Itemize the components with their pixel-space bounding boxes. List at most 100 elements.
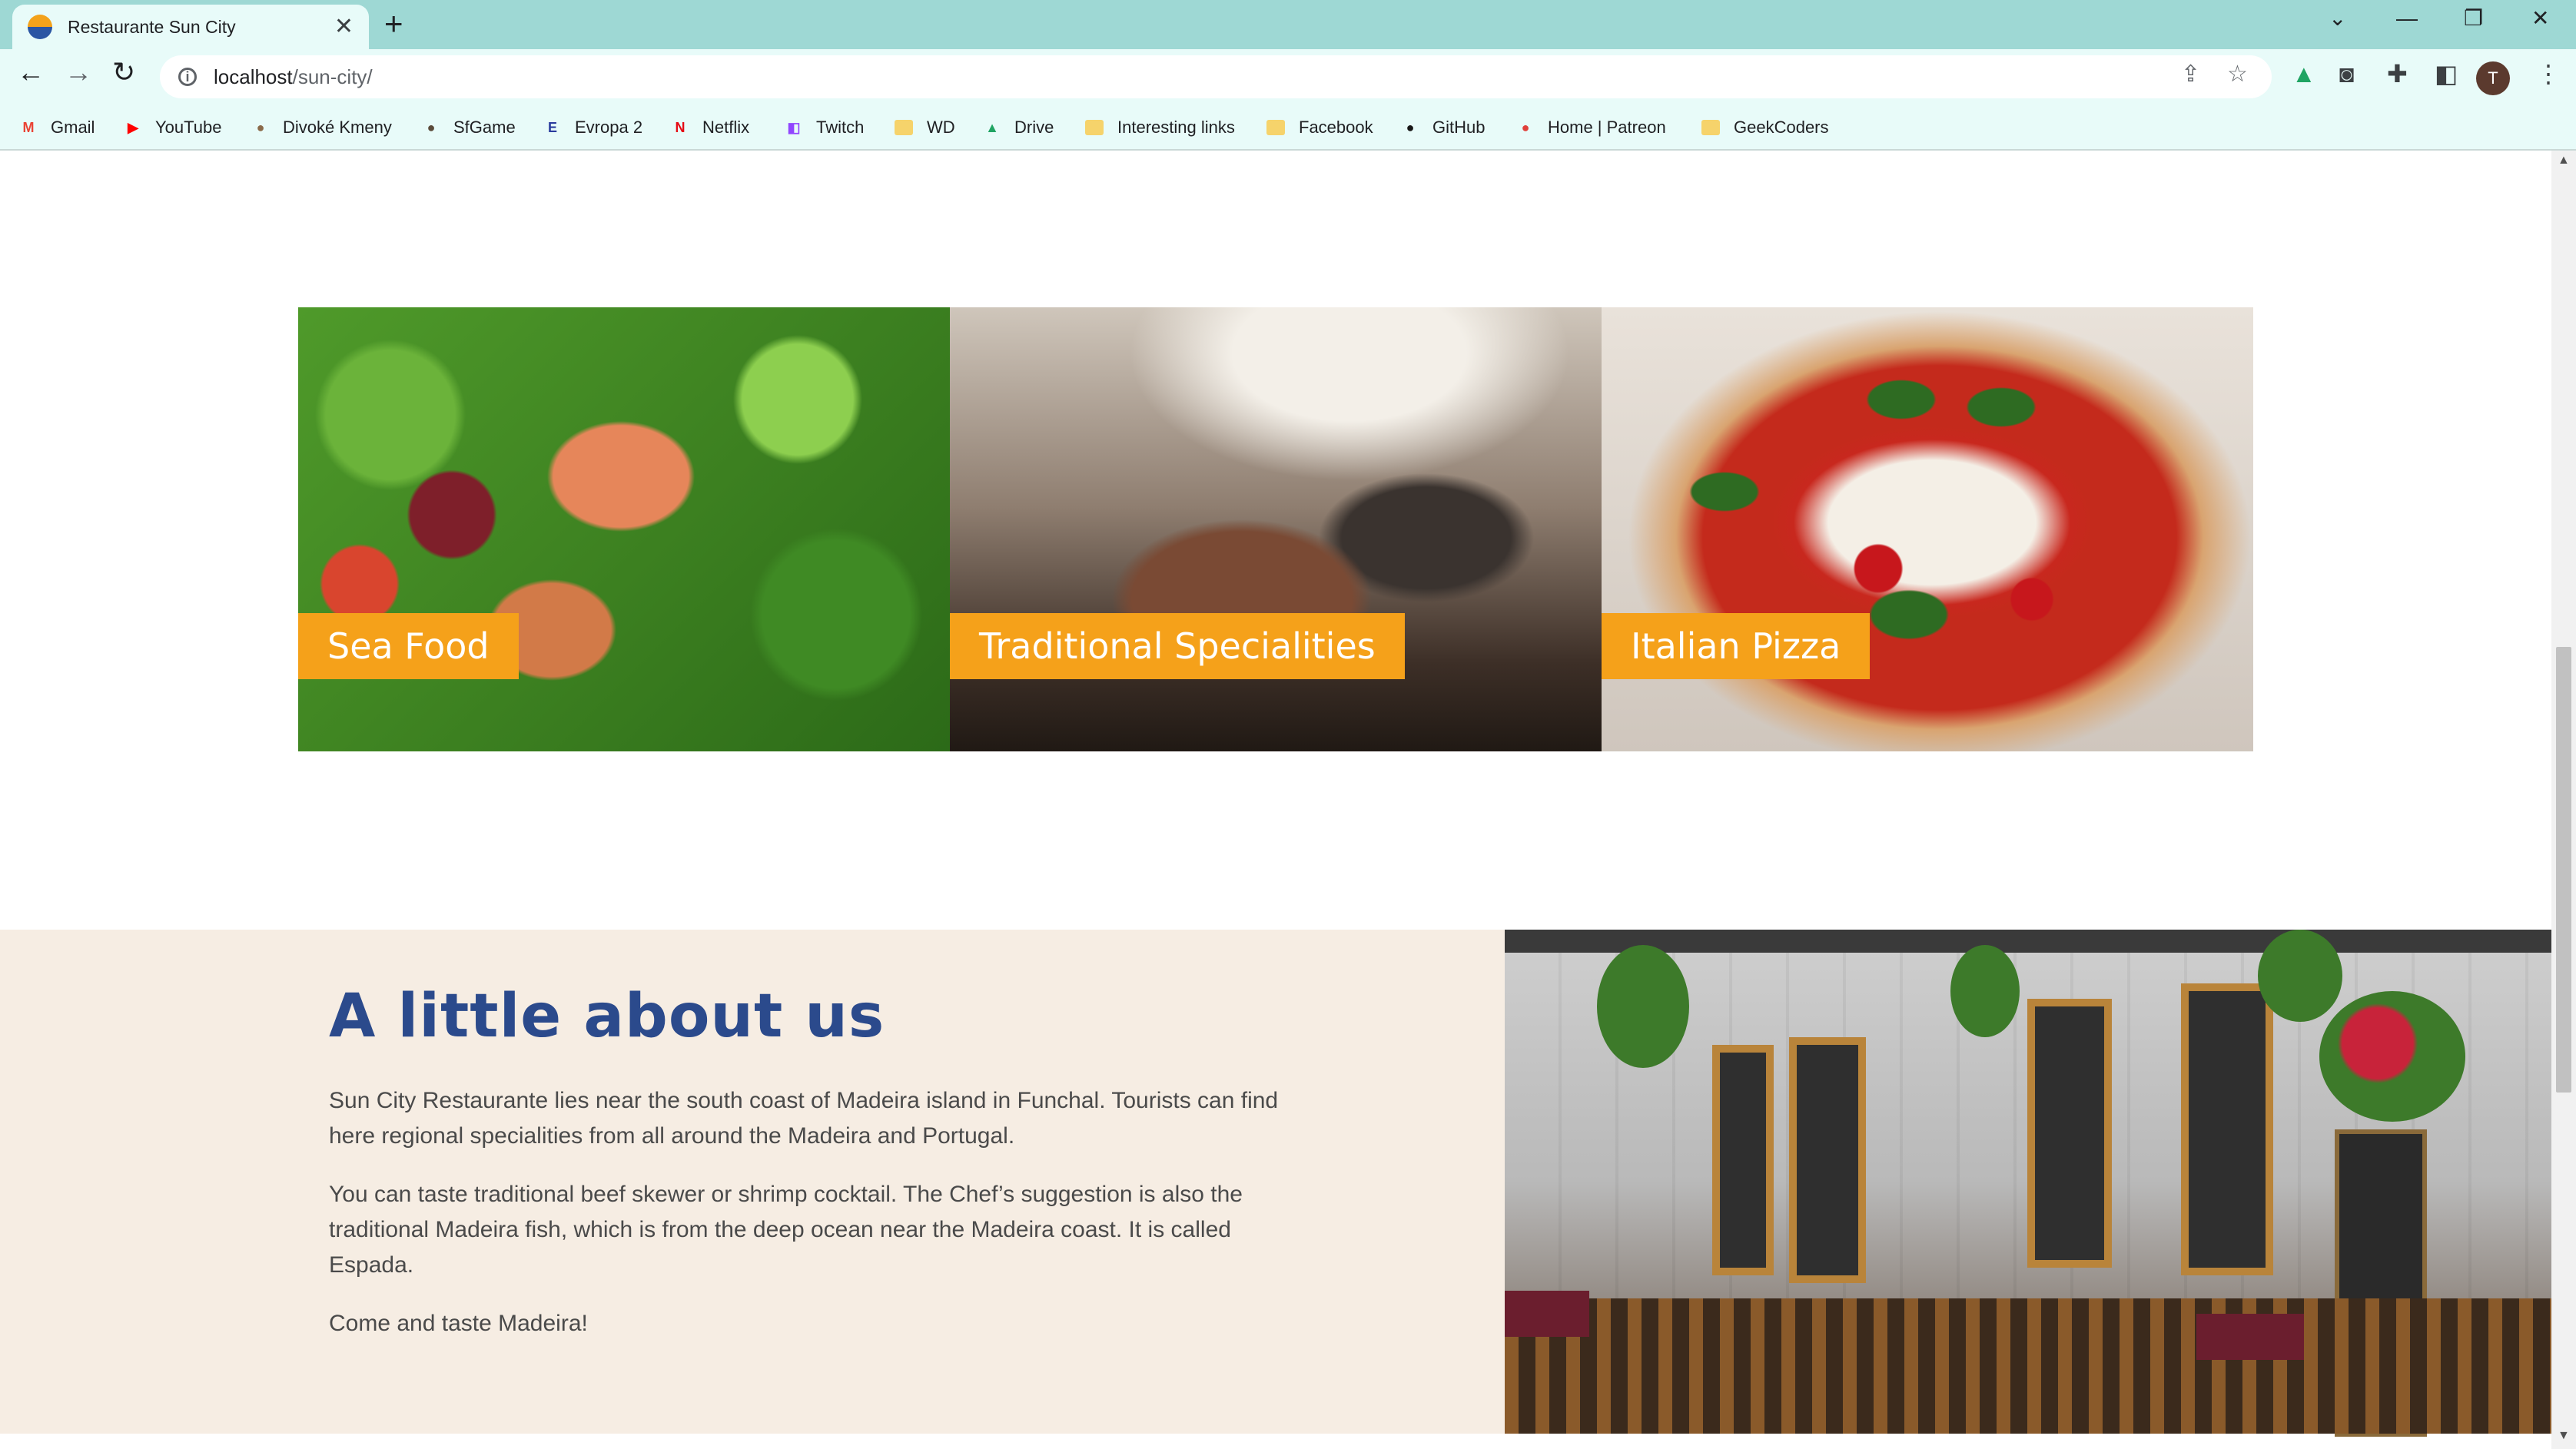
share-icon[interactable]: ⇪ — [2181, 63, 2200, 86]
tab-close-icon[interactable]: ✕ — [334, 15, 354, 38]
awning — [1505, 930, 2551, 953]
hanging-plant — [2258, 930, 2342, 1022]
forward-arrow-icon[interactable]: → — [65, 58, 92, 86]
browser-toolbar: ← → ↻ i localhost/sun-city/ ⇪ ☆ ▲ ◙ ✚ ◧ … — [0, 49, 2576, 104]
grill-skewers-photo — [950, 307, 1602, 751]
bookmark-label: SfGame — [453, 118, 516, 137]
bookmark-label: Interesting links — [1117, 118, 1235, 137]
reload-icon[interactable]: ↻ — [112, 58, 135, 86]
speciality-label: Italian Pizza — [1602, 613, 1871, 679]
tab-search-icon[interactable]: ⌄ — [2329, 8, 2346, 29]
bookmark-label: WD — [927, 118, 955, 137]
speciality-card-pizza[interactable]: Italian Pizza — [1602, 307, 2253, 751]
minimize-icon[interactable]: — — [2396, 8, 2418, 29]
speciality-label: Sea Food — [298, 613, 519, 679]
bookmark-label: Netflix — [702, 118, 750, 137]
url-path: /sun-city/ — [292, 65, 373, 88]
restore-icon[interactable]: ❐ — [2464, 8, 2483, 29]
seafood-photo — [298, 307, 950, 751]
drive-extension-icon[interactable]: ▲ — [2292, 61, 2316, 86]
bookmark-4[interactable]: E Evropa 2 — [543, 112, 642, 143]
bookmark-label: Divoké Kmeny — [283, 118, 392, 137]
wall-menu-board — [1712, 1045, 1774, 1275]
bookmark-6[interactable]: ◧ Twitch — [784, 112, 864, 143]
tab-strip: Restaurante Sun City ✕ + ⌄ — ❐ ✕ — [0, 0, 2576, 49]
scrollbar-thumb[interactable] — [2556, 647, 2571, 1093]
back-arrow-icon[interactable]: ← — [17, 58, 45, 86]
bookmark-10[interactable]: Facebook — [1266, 112, 1373, 143]
pizza-photo — [1602, 307, 2253, 751]
about-title: A little about us — [329, 982, 885, 1051]
bookmark-2[interactable]: ● Divoké Kmeny — [251, 112, 392, 143]
hanging-plant — [1597, 945, 1689, 1068]
wall-menu-board — [2027, 999, 2112, 1268]
bookmarks-bar: M Gmail ▶ YouTube ● Divoké Kmeny ● SfGame E Evrop… — [0, 104, 2576, 151]
bookmark-label: GitHub — [1432, 118, 1486, 137]
patreon-icon: ● — [1521, 119, 1530, 135]
speciality-card-traditional[interactable]: Traditional Specialities — [950, 307, 1602, 751]
tab-title: Restaurante Sun City — [68, 16, 236, 37]
drive-icon: ▲ — [985, 119, 999, 135]
scroll-up-arrow-icon[interactable]: ▲ — [2558, 154, 2570, 167]
flower-basket — [2319, 991, 2465, 1122]
bookmark-label: Home | Patreon — [1548, 118, 1666, 137]
folder-icon — [1266, 120, 1285, 135]
bookmark-1[interactable]: ▶ YouTube — [123, 112, 221, 143]
page-viewport: Sea Food Traditional Specialities Italia… — [0, 151, 2551, 1449]
camera-extension-icon[interactable]: ◙ — [2339, 61, 2354, 86]
scroll-down-arrow-icon[interactable]: ▼ — [2558, 1429, 2570, 1443]
youtube-icon: ▶ — [128, 119, 138, 135]
bookmark-13[interactable]: GeekCoders — [1701, 112, 1829, 143]
bookmark-label: YouTube — [155, 118, 222, 137]
divoke-kmeny-icon: ● — [256, 119, 265, 135]
bookmark-label: Evropa 2 — [575, 118, 643, 137]
new-tab-button[interactable]: + — [384, 8, 403, 40]
side-panel-icon[interactable]: ◧ — [2435, 61, 2458, 86]
about-paragraph: Come and taste Madeira! — [329, 1311, 588, 1336]
bookmark-7[interactable]: WD — [895, 112, 955, 143]
folder-icon — [1701, 120, 1720, 135]
url-host: localhost — [214, 65, 293, 88]
bookmark-label: Facebook — [1299, 118, 1373, 137]
bookmark-label: Gmail — [51, 118, 95, 137]
wall-menu-board — [2181, 983, 2273, 1275]
wall-menu-board — [1789, 1037, 1866, 1283]
speciality-label: Traditional Specialities — [950, 613, 1405, 679]
browser-tab-active[interactable]: Restaurante Sun City ✕ — [12, 5, 369, 49]
about-section: A little about us Sun City Restaurante l… — [0, 930, 2551, 1449]
hanging-plant — [1950, 945, 2020, 1037]
specialities-gallery: Sea Food Traditional Specialities Italia… — [298, 307, 2255, 751]
bookmark-12[interactable]: ● Home | Patreon — [1515, 112, 1666, 143]
profile-avatar[interactable]: T — [2476, 61, 2510, 95]
bookmark-11[interactable]: ● GitHub — [1400, 112, 1486, 143]
more-menu-icon[interactable]: ⋮ — [2536, 61, 2561, 86]
github-icon: ● — [1406, 119, 1415, 135]
about-paragraph: Sun City Restaurante lies near the south… — [329, 1088, 1279, 1149]
sfgame-icon: ● — [427, 119, 436, 135]
about-paragraph: You can taste traditional beef skewer or… — [329, 1182, 1243, 1278]
speciality-card-seafood[interactable]: Sea Food — [298, 307, 950, 751]
bookmark-3[interactable]: ● SfGame — [421, 112, 516, 143]
vertical-scrollbar[interactable]: ▲ ▼ — [2551, 151, 2576, 1449]
folder-icon — [1085, 120, 1104, 135]
netflix-icon: N — [675, 119, 685, 135]
bookmark-9[interactable]: Interesting links — [1085, 112, 1235, 143]
bookmark-star-icon[interactable]: ☆ — [2227, 63, 2248, 86]
gmail-icon: M — [22, 119, 35, 135]
terrace-chairs — [1505, 1298, 2551, 1434]
extensions-puzzle-icon[interactable]: ✚ — [2387, 61, 2408, 86]
bookmark-label: Drive — [1014, 118, 1054, 137]
bookmark-0[interactable]: M Gmail — [18, 112, 95, 143]
bookmark-5[interactable]: N Netflix — [670, 112, 750, 143]
twitch-icon: ◧ — [787, 119, 801, 135]
sun-city-favicon-icon — [28, 15, 52, 39]
about-text-panel: A little about us Sun City Restaurante l… — [0, 930, 1505, 1434]
site-info-icon[interactable]: i — [178, 68, 197, 86]
close-window-icon[interactable]: ✕ — [2531, 8, 2549, 29]
tablecloth — [2196, 1314, 2304, 1360]
evropa2-icon: E — [547, 119, 557, 135]
address-bar[interactable]: i localhost/sun-city/ ⇪ ☆ — [160, 55, 2272, 98]
bookmark-label: GeekCoders — [1734, 118, 1829, 137]
bookmark-8[interactable]: ▲ Drive — [982, 112, 1054, 143]
folder-icon — [895, 120, 913, 135]
